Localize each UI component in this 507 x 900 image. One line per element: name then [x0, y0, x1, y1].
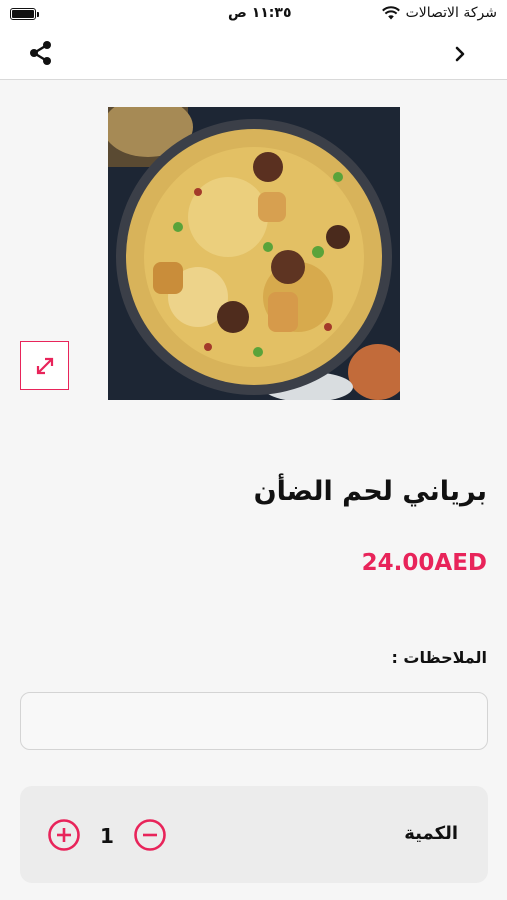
expand-image-button[interactable]: [20, 341, 69, 390]
status-bar: شركة الاتصالات ١١:٣٥ ص: [0, 0, 507, 28]
expand-icon: [36, 357, 53, 374]
notes-label: الملاحظات :: [391, 648, 487, 667]
quantity-label: الكمية: [404, 823, 458, 844]
battery-icon: [10, 8, 39, 20]
back-button[interactable]: [451, 42, 471, 66]
product-name: برياني لحم الضأن: [253, 476, 487, 507]
quantity-panel: الكمية 1: [20, 786, 488, 883]
carrier-name: شركة الاتصالات: [405, 5, 497, 21]
product-image[interactable]: [108, 107, 400, 400]
carrier-info: شركة الاتصالات: [381, 5, 497, 21]
quantity-value: 1: [100, 824, 114, 848]
share-icon: [30, 41, 51, 65]
increase-quantity-button[interactable]: [47, 818, 81, 852]
product-price: 24.00AED: [361, 550, 487, 576]
notes-input[interactable]: [20, 692, 488, 750]
nav-bar: [0, 28, 507, 80]
battery-level: [12, 10, 34, 18]
share-button[interactable]: [28, 40, 54, 66]
decrease-quantity-button[interactable]: [133, 818, 167, 852]
biryani-image: [108, 107, 400, 400]
plus-icon: [48, 819, 80, 851]
status-time: ١١:٣٥ ص: [228, 5, 292, 21]
minus-icon: [134, 819, 166, 851]
wifi-icon: [381, 6, 400, 20]
chevron-right-icon: [455, 46, 465, 62]
